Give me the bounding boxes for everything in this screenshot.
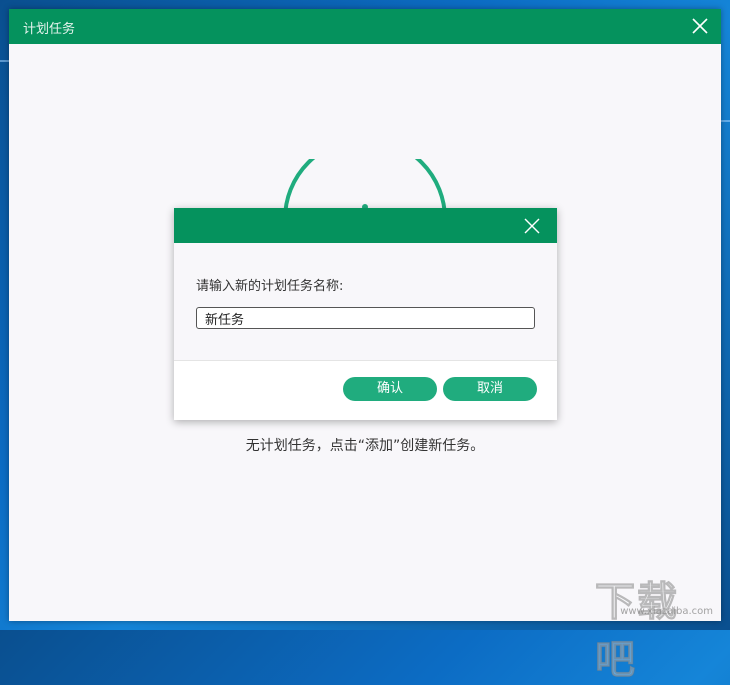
window-close-button[interactable]: [687, 13, 713, 39]
dialog-header: [174, 208, 557, 243]
task-name-input[interactable]: [196, 307, 535, 329]
empty-state-message: 无计划任务，点击“添加”创建新任务。: [245, 438, 485, 454]
watermark-url: www.xiazaiba.com: [620, 606, 713, 617]
dialog-footer: 确认 取消: [174, 360, 557, 420]
new-task-dialog: 请输入新的计划任务名称: 确认 取消: [174, 208, 557, 420]
dialog-close-button[interactable]: [523, 217, 541, 235]
task-name-prompt: 请输入新的计划任务名称:: [196, 279, 344, 294]
window-title: 计划任务: [23, 22, 76, 37]
dialog-body: 请输入新的计划任务名称:: [174, 243, 557, 360]
cancel-button[interactable]: 取消: [443, 377, 537, 401]
watermark-logo: 下载吧: [595, 579, 679, 684]
close-icon: [692, 18, 708, 34]
watermark: 下载吧 www.xiazaiba.com: [595, 569, 715, 684]
window-titlebar: 计划任务: [9, 9, 721, 44]
confirm-button[interactable]: 确认: [343, 377, 437, 401]
close-icon: [524, 218, 540, 234]
